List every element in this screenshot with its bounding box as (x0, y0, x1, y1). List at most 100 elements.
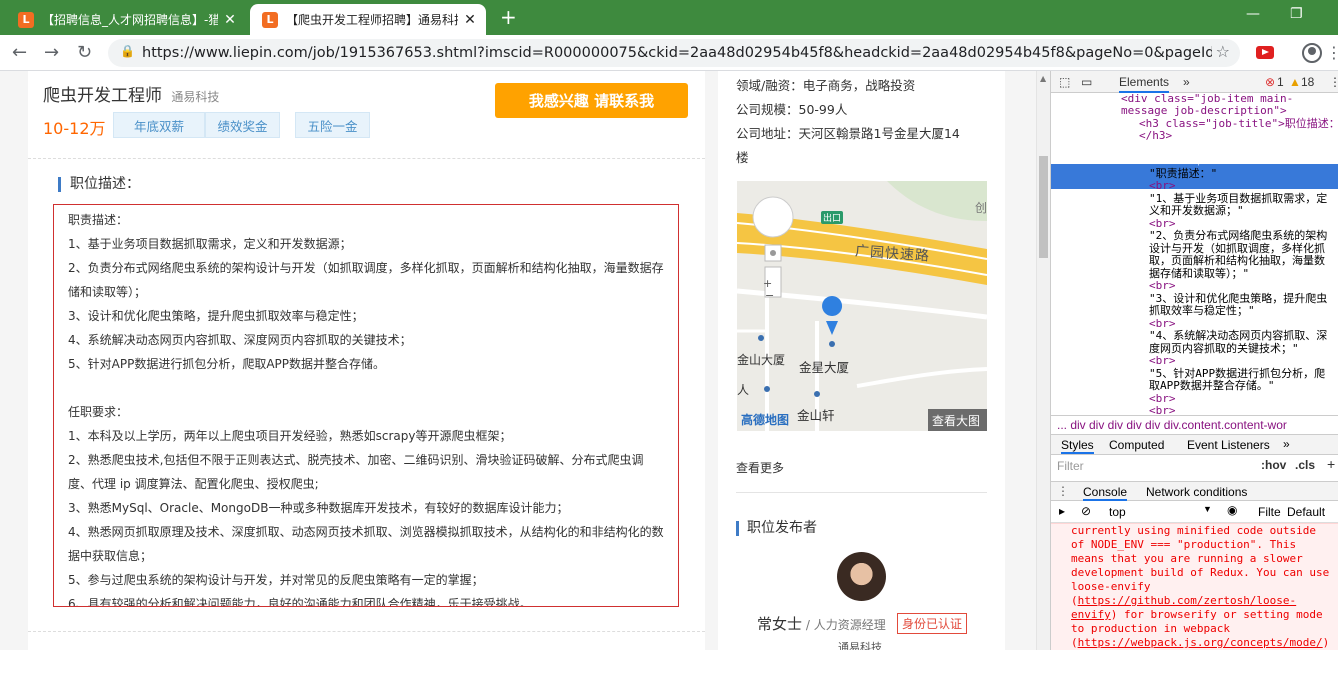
tab-title: 【招聘信息_人才网招聘信息】-猎 (42, 13, 218, 27)
tab-event-listeners[interactable]: Event Listeners (1187, 438, 1270, 452)
new-tab-icon[interactable]: + (500, 5, 517, 29)
lock-icon: 🔒 (120, 44, 135, 58)
tab-title: 【爬虫开发工程师招聘】通易科技 (286, 13, 458, 27)
desc-line: 4、系统解决动态网页内容抓取、深度网页内容抓取的关键技术； (68, 333, 412, 347)
forward-icon[interactable]: → (44, 42, 59, 63)
liepin-favicon: L (262, 11, 278, 28)
section-title: 职位描述： (58, 177, 140, 192)
tree-text[interactable]: "2、负责分布式网络爬虫系统的架构 (1149, 229, 1327, 243)
drawer-tabbar: ⋮ Console Network conditions (1051, 481, 1338, 501)
tree-node[interactable]: <br> (1149, 179, 1176, 193)
apply-button[interactable]: 我感兴趣 请联系我 (495, 83, 688, 118)
dom-breadcrumbs[interactable]: ... div div div div div div.content.cont… (1051, 415, 1338, 435)
warning-icon[interactable]: ▲ (1289, 75, 1301, 89)
browser-tab-2[interactable]: L 【爬虫开发工程师招聘】通易科技 ✕ (250, 4, 486, 35)
more-tabs-icon[interactable]: » (1183, 75, 1190, 89)
job-main-panel: 爬虫开发工程师 通易科技 10-12万 年底双薪 绩效奖金 五险一金 我感兴趣 … (28, 71, 705, 650)
tab-network-conditions[interactable]: Network conditions (1146, 485, 1247, 499)
company-name[interactable]: 通易科技 (171, 90, 219, 104)
map-exit-label: 出口 (823, 214, 842, 224)
tree-text[interactable]: "4、系统解决动态网页内容抓取、深 (1149, 329, 1327, 343)
tree-text[interactable]: 抓取效率与稳定性；" (1149, 304, 1255, 318)
console-error-message: currently using minified code outside of… (1051, 523, 1338, 650)
minimize-icon[interactable]: — (1246, 6, 1260, 22)
desc-line: 任职要求： (68, 405, 129, 419)
desc-line: 5、参与过爬虫系统的架构设计与开发，并对常见的反爬虫策略有一定的掌握； (68, 573, 484, 587)
tab-console[interactable]: Console (1083, 485, 1128, 501)
company-sidebar: 领域/融资：电子商务，战略投资 公司规模：50-99人 公司地址：天河区翰景路1… (718, 71, 1005, 650)
eye-icon[interactable]: ◉ (1227, 503, 1237, 517)
tree-node[interactable]: message job-description"> (1121, 104, 1287, 118)
tab-elements[interactable]: Elements (1119, 75, 1170, 93)
log-levels-select[interactable]: Default (1287, 505, 1325, 519)
page-scrollbar[interactable]: ▲ (1036, 71, 1050, 650)
bookmark-star-icon[interactable]: ☆ (1216, 42, 1230, 61)
tree-text[interactable]: 义和开发数据源；" (1149, 204, 1244, 218)
tree-text[interactable]: 取APP数据并整合存储。" (1149, 379, 1275, 393)
inspect-icon[interactable]: ⬚ (1059, 75, 1070, 89)
amap-logo: 高德地图 (741, 413, 790, 427)
youtube-extension-icon[interactable] (1256, 46, 1274, 59)
tree-node[interactable]: </h3> (1139, 129, 1172, 143)
devtools-tabbar: ⬚ ▭ Elements » ⊗ 1 ▲ 18 ⋮ (1051, 71, 1338, 93)
tree-text[interactable]: 取，页面解析和结构化抽取，海量数 (1149, 254, 1325, 268)
context-select[interactable]: top (1109, 505, 1126, 519)
desc-line: 3、熟悉MySql、Oracle、MongoDB一种或多种数据库开发技术，有较好… (68, 501, 569, 515)
cls-toggle[interactable]: .cls (1295, 458, 1315, 472)
tree-node-selected[interactable]: word"> == $0 (1129, 154, 1208, 168)
sidebar-toggle-icon[interactable]: ▸ (1059, 504, 1065, 518)
tree-node[interactable]: <br> (1149, 404, 1176, 415)
url-text[interactable]: https://www.liepin.com/job/1915367653.sh… (142, 45, 1212, 61)
zoom-out-icon[interactable]: − (765, 289, 774, 302)
styles-filter-input[interactable]: Filter (1057, 459, 1084, 473)
more-tabs-icon[interactable]: » (1283, 437, 1290, 451)
back-icon[interactable]: ← (12, 42, 27, 63)
company-address: 公司地址：天河区翰景路1号金星大厦14 (736, 126, 960, 141)
company-map[interactable]: 出口 广园快速路 创 金星大厦 金山大厦 人 金山轩 + − 高德地图 查看大图 (737, 181, 987, 431)
styles-tabbar: Styles Computed Event Listeners » (1051, 435, 1338, 455)
clear-console-icon[interactable]: ⊘ (1081, 504, 1091, 518)
recruiter-role: / 人力资源经理 (802, 618, 886, 632)
maximize-icon[interactable]: ❐ (1290, 6, 1303, 22)
console-link[interactable]: https://webpack.js.org/concepts/mode/ (1078, 636, 1323, 649)
device-toolbar-icon[interactable]: ▭ (1081, 75, 1092, 89)
avatar[interactable] (837, 552, 886, 601)
map-poi-label: 金山大厦 (737, 353, 786, 367)
benefit-tag: 年底双薪 (113, 112, 205, 138)
desc-line: 1、本科及以上学历，两年以上爬虫项目开发经验，熟悉如scrapy等开源爬虫框架； (68, 429, 512, 443)
tab-computed[interactable]: Computed (1109, 438, 1164, 452)
close-icon[interactable]: ✕ (462, 12, 478, 28)
divider (28, 631, 705, 632)
desc-line: 6、具有较强的分析和解决问题能力，良好的沟通能力和团队合作精神，乐于接受挑战。 (68, 597, 532, 607)
tab-styles[interactable]: Styles (1061, 438, 1094, 454)
scrollbar-thumb[interactable] (1039, 156, 1048, 258)
browser-tab-1[interactable]: L 【招聘信息_人才网招聘信息】-猎 ✕ (6, 4, 246, 35)
error-icon[interactable]: ⊗ (1265, 75, 1275, 89)
elements-tree[interactable]: <div class="job-item main- message job-d… (1051, 93, 1338, 415)
map-poi-main: 金星大厦 (799, 360, 850, 375)
drawer-menu-icon[interactable]: ⋮ (1057, 484, 1069, 498)
liepin-favicon: L (18, 11, 34, 28)
hov-toggle[interactable]: :hov (1261, 458, 1286, 472)
reload-icon[interactable]: ↻ (77, 42, 92, 63)
scroll-up-icon[interactable]: ▲ (1040, 74, 1046, 83)
see-more-link[interactable]: 查看更多 (736, 459, 784, 476)
console-filter-input[interactable]: Filte (1258, 505, 1281, 519)
view-large-map-button[interactable]: 查看大图 (932, 412, 980, 429)
close-icon[interactable]: ✕ (222, 12, 238, 28)
devtools-menu-icon[interactable]: ⋮ (1329, 75, 1338, 89)
add-style-icon[interactable]: + (1327, 456, 1335, 472)
desc-line: 3、设计和优化爬虫策略，提升爬虫抓取效率与稳定性； (68, 309, 364, 323)
tree-node[interactable]: <br> (1149, 279, 1176, 293)
recruiter-name: 常女士 / 人力资源经理 (757, 613, 886, 634)
tree-node[interactable]: <br> (1149, 354, 1176, 368)
job-title: 爬虫开发工程师 通易科技 (43, 81, 219, 106)
desc-line: 2、熟悉爬虫技术,包括但不限于正则表达式、脱壳技术、加密、二维码识别、滑块验证码… (68, 453, 644, 491)
breadcrumb-text[interactable]: ... div div div div div div.content.cont… (1051, 418, 1287, 432)
menu-icon[interactable]: ⋮ (1326, 43, 1338, 62)
benefit-tag: 绩效奖金 (205, 112, 280, 138)
account-icon[interactable] (1302, 43, 1322, 63)
chevron-down-icon[interactable]: ▼ (1203, 504, 1212, 514)
desc-line (68, 376, 664, 400)
address-bar[interactable]: 🔒 https://www.liepin.com/job/1915367653.… (108, 39, 1240, 67)
